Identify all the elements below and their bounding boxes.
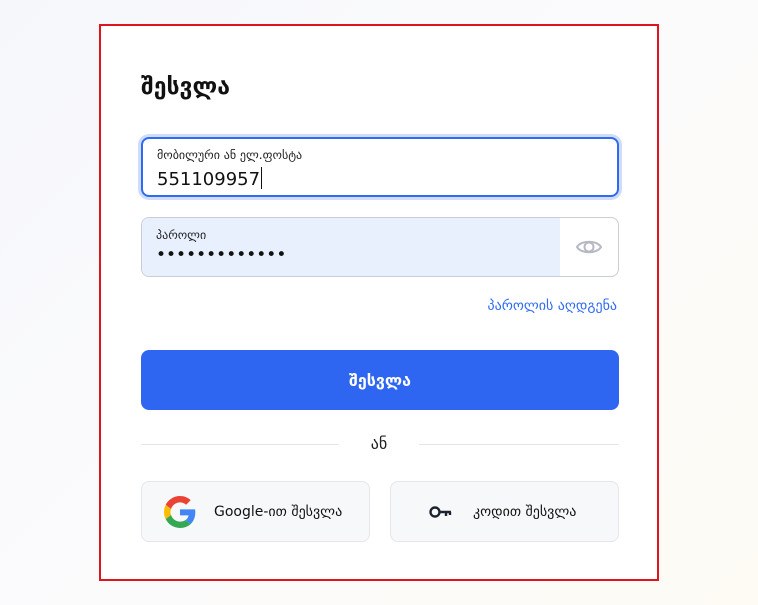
code-login-label: კოდით შესვლა [473,503,577,520]
google-login-button[interactable]: Google-ით შესვლა [141,481,370,542]
forgot-password-link[interactable]: პაროლის აღდგენა [487,298,617,314]
phone-email-value: 551109957 [157,169,261,190]
password-label: პაროლი [156,228,207,242]
google-icon [164,495,196,528]
key-icon [429,505,453,519]
phone-email-input[interactable]: 551109957 [157,167,263,190]
password-input[interactable]: ••••••••••••• [156,245,286,265]
login-card: შესვლა მობილური ან ელ.ფოსტა 551109957 პა… [99,24,659,581]
text-caret [261,167,263,189]
page-title: შესვლა [141,74,230,100]
password-field[interactable]: პაროლი ••••••••••••• [141,217,619,277]
eye-icon[interactable] [575,235,603,259]
google-login-label: Google-ით შესვლა [214,503,343,520]
divider-label: ან [370,434,388,453]
login-button[interactable]: შესვლა [141,350,619,410]
phone-email-field[interactable]: მობილური ან ელ.ფოსტა 551109957 [141,137,619,197]
code-login-button[interactable]: კოდით შესვლა [390,481,619,542]
phone-email-label: მობილური ან ელ.ფოსტა [157,148,303,162]
